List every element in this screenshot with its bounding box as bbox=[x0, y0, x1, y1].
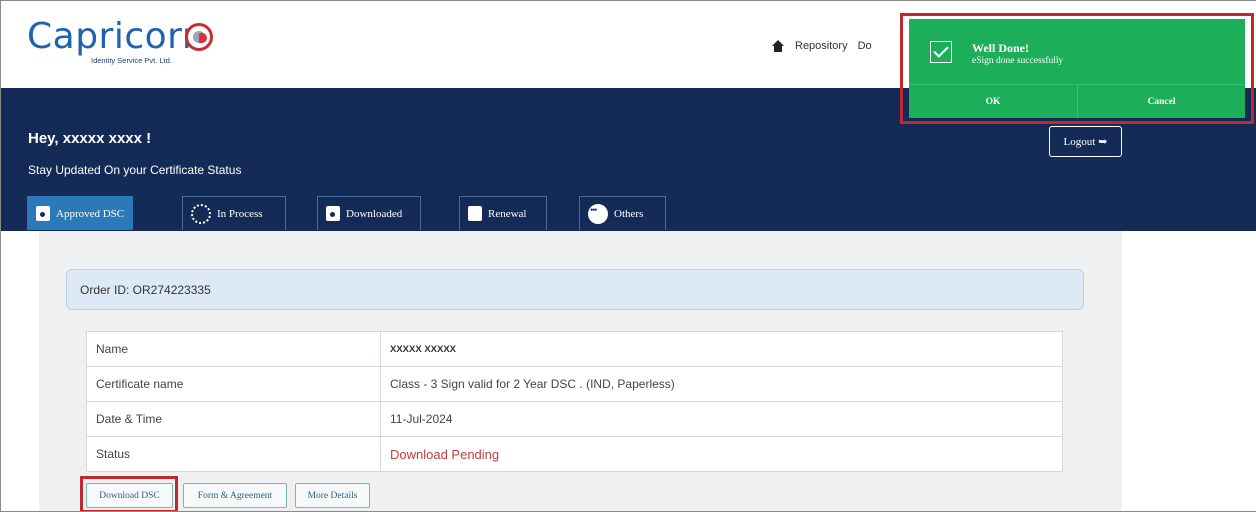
status-value: Download Pending bbox=[380, 436, 1063, 472]
row-label: Certificate name bbox=[86, 366, 381, 402]
form-agreement-button[interactable]: Form & Agreement bbox=[183, 483, 287, 508]
table-row: Status Download Pending bbox=[86, 436, 1063, 472]
toast-cancel-button[interactable]: Cancel bbox=[1077, 85, 1245, 118]
row-value: XXXXX XXXXX bbox=[380, 331, 1063, 367]
row-value: Class - 3 Sign valid for 2 Year DSC . (I… bbox=[380, 366, 1063, 402]
document-icon bbox=[36, 206, 50, 221]
tab-downloaded[interactable]: Downloaded bbox=[317, 196, 421, 230]
app-window: Capricorn Identity Service Pvt. Ltd. Rep… bbox=[0, 0, 1256, 512]
home-icon[interactable] bbox=[771, 40, 785, 52]
tab-label: Others bbox=[614, 207, 644, 220]
tab-label: Renewal bbox=[488, 207, 527, 220]
tab-label: Downloaded bbox=[346, 207, 403, 220]
clock-icon bbox=[191, 203, 211, 224]
tab-others[interactable]: Others bbox=[579, 196, 666, 230]
toast-message: eSign done successfully bbox=[972, 56, 1064, 66]
order-id: Order ID: OR274223335 bbox=[80, 282, 211, 297]
download-dsc-button[interactable]: Download DSC bbox=[86, 483, 173, 508]
certificate-panel: Order ID: OR274223335 Name XXXXX XXXXX C… bbox=[39, 231, 1122, 511]
download-document-icon bbox=[326, 206, 340, 221]
order-id-header[interactable]: Order ID: OR274223335 bbox=[66, 269, 1084, 310]
success-toast: Well Done! eSign done successfully OK Ca… bbox=[909, 19, 1245, 118]
more-icon bbox=[588, 203, 608, 224]
tab-label: In Process bbox=[217, 207, 263, 220]
top-navigation: Repository Do bbox=[771, 40, 872, 52]
user-greeting: Hey, xxxxx xxxx ! bbox=[28, 130, 152, 147]
logout-label: Logout bbox=[1063, 135, 1096, 148]
tab-approved-dsc[interactable]: Approved DSC bbox=[27, 196, 134, 230]
file-icon bbox=[468, 206, 482, 221]
certificate-details-table: Name XXXXX XXXXX Certificate name Class … bbox=[86, 331, 1063, 472]
logo-wordmark: Capricorn bbox=[27, 16, 206, 57]
company-logo[interactable]: Capricorn Identity Service Pvt. Ltd. bbox=[27, 16, 213, 65]
row-label: Status bbox=[86, 436, 381, 472]
row-value: 11-Jul-2024 bbox=[380, 401, 1063, 437]
table-row: Certificate name Class - 3 Sign valid fo… bbox=[86, 366, 1063, 402]
toast-title: Well Done! bbox=[972, 41, 1029, 55]
toast-ok-button[interactable]: OK bbox=[909, 85, 1077, 118]
logo-emblem-icon bbox=[185, 23, 213, 51]
row-label: Name bbox=[86, 331, 381, 367]
nav-repository-link[interactable]: Repository bbox=[795, 40, 848, 52]
table-row: Name XXXXX XXXXX bbox=[86, 331, 1063, 367]
banner-subtitle: Stay Updated On your Certificate Status bbox=[28, 163, 242, 177]
logout-icon: ➥ bbox=[1098, 136, 1108, 148]
nav-cut-off-link[interactable]: Do bbox=[858, 40, 872, 52]
row-label: Date & Time bbox=[86, 401, 381, 437]
tab-label: Approved DSC bbox=[56, 207, 125, 220]
tab-in-process[interactable]: In Process bbox=[182, 196, 286, 230]
table-row: Date & Time 11-Jul-2024 bbox=[86, 401, 1063, 437]
logout-button[interactable]: Logout ➥ bbox=[1049, 126, 1122, 157]
checkbox-check-icon bbox=[930, 41, 952, 63]
logo-subtitle: Identity Service Pvt. Ltd. bbox=[91, 56, 172, 65]
tab-renewal[interactable]: Renewal bbox=[459, 196, 547, 230]
more-details-button[interactable]: More Details bbox=[295, 483, 370, 508]
